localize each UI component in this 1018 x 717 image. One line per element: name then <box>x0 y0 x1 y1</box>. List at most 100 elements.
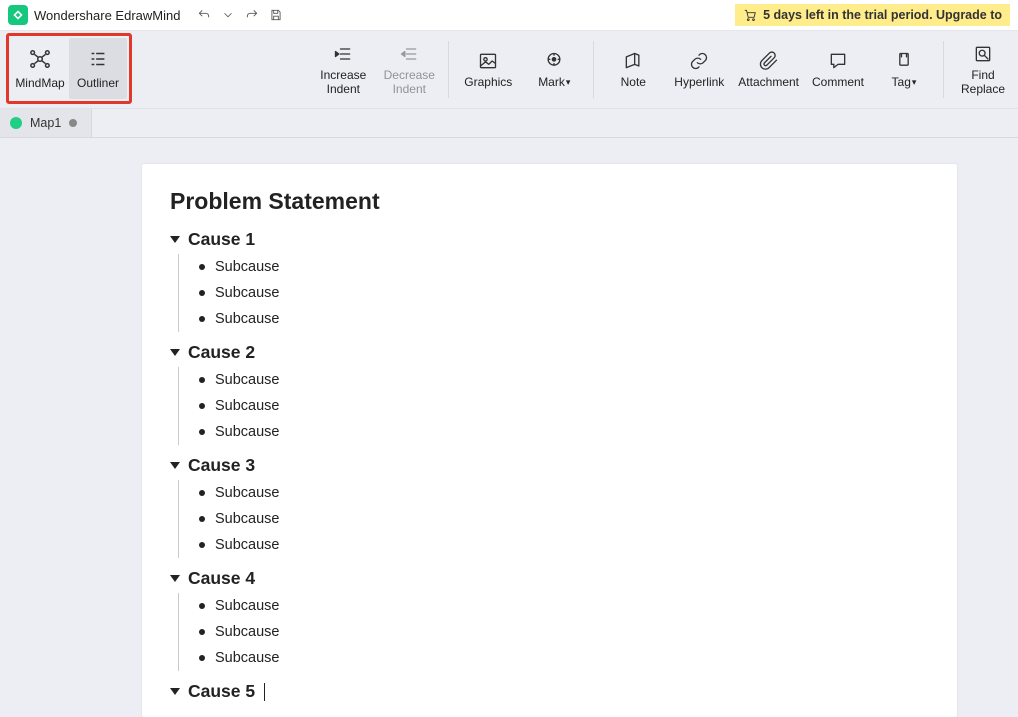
outline-root[interactable]: Problem Statement <box>170 188 929 215</box>
outline-subcause[interactable]: Subcause <box>191 367 929 393</box>
document-tab[interactable]: Map1 <box>0 109 92 137</box>
hyperlink-button[interactable]: Hyperlink <box>666 50 732 90</box>
outline-cause[interactable]: Cause 3 <box>170 455 929 476</box>
outline-children: Subcause Subcause Subcause <box>178 593 929 671</box>
comment-label: Comment <box>812 76 864 90</box>
attachment-button[interactable]: Attachment <box>732 50 805 90</box>
collapse-toggle-icon[interactable] <box>170 575 180 582</box>
note-icon <box>623 51 643 71</box>
note-button[interactable]: Note <box>600 50 666 90</box>
bullet-icon <box>199 516 205 522</box>
outline-subcause[interactable]: Subcause <box>191 645 929 671</box>
attachment-label: Attachment <box>738 76 799 90</box>
ribbon: MindMap Outliner Increase Indent Decreas… <box>0 31 1018 109</box>
graphics-label: Graphics <box>464 76 512 90</box>
chevron-down-icon: ▾ <box>566 77 571 87</box>
tab-title: Map1 <box>30 116 61 130</box>
title-bar: Wondershare EdrawMind 5 days left in the… <box>0 0 1018 31</box>
app-title: Wondershare EdrawMind <box>34 8 180 23</box>
document-tab-strip: Map1 <box>0 109 1018 138</box>
subcause-label[interactable]: Subcause <box>215 398 280 414</box>
decrease-indent-label: Decrease Indent <box>384 69 435 97</box>
save-button[interactable] <box>266 5 286 25</box>
outline-subcause[interactable]: Subcause <box>191 419 929 445</box>
subcause-label[interactable]: Subcause <box>215 624 280 640</box>
subcause-label[interactable]: Subcause <box>215 424 280 440</box>
bullet-icon <box>199 316 205 322</box>
outline-subcause[interactable]: Subcause <box>191 506 929 532</box>
outline-subcause[interactable]: Subcause <box>191 393 929 419</box>
bullet-icon <box>199 377 205 383</box>
decrease-indent-button: Decrease Indent <box>376 43 442 97</box>
collapse-toggle-icon[interactable] <box>170 688 180 695</box>
note-label: Note <box>621 76 646 90</box>
bullet-icon <box>199 542 205 548</box>
tag-label: Tag▾ <box>892 76 917 90</box>
bullet-icon <box>199 629 205 635</box>
comment-button[interactable]: Comment <box>805 50 871 90</box>
graphics-button[interactable]: Graphics <box>455 50 521 90</box>
find-replace-label: Find Replace <box>961 69 1005 97</box>
hyperlink-label: Hyperlink <box>674 76 724 90</box>
cause-label[interactable]: Cause 4 <box>188 568 255 589</box>
chevron-down-icon: ▾ <box>912 77 917 87</box>
outline-cause[interactable]: Cause 5 <box>170 681 929 702</box>
cause-label[interactable]: Cause 2 <box>188 342 255 363</box>
outline-subcause[interactable]: Subcause <box>191 280 929 306</box>
outline-cause[interactable]: Cause 1 <box>170 229 929 250</box>
trial-text: 5 days left in the trial period. Upgrade… <box>763 8 1002 22</box>
comment-icon <box>828 51 848 71</box>
bullet-icon <box>199 290 205 296</box>
collapse-toggle-icon[interactable] <box>170 349 180 356</box>
view-mindmap-button[interactable]: MindMap <box>11 38 69 99</box>
outline-children: Subcause Subcause Subcause <box>178 367 929 445</box>
cause-label[interactable]: Cause 5 <box>188 681 255 702</box>
subcause-label[interactable]: Subcause <box>215 598 280 614</box>
bullet-icon <box>199 655 205 661</box>
redo-button[interactable] <box>242 5 262 25</box>
view-outliner-button[interactable]: Outliner <box>69 38 127 99</box>
view-mindmap-label: MindMap <box>15 76 64 90</box>
mark-button[interactable]: Mark▾ <box>521 50 587 90</box>
bullet-icon <box>199 490 205 496</box>
outline-subcause[interactable]: Subcause <box>191 593 929 619</box>
find-replace-icon <box>973 44 993 64</box>
outline-subcause[interactable]: Subcause <box>191 306 929 332</box>
cause-label[interactable]: Cause 1 <box>188 229 255 250</box>
mindmap-icon <box>29 48 51 70</box>
outline-cause[interactable]: Cause 4 <box>170 568 929 589</box>
subcause-label[interactable]: Subcause <box>215 372 280 388</box>
mark-label: Mark▾ <box>538 76 570 90</box>
bullet-icon <box>199 403 205 409</box>
decrease-indent-icon <box>399 44 419 64</box>
subcause-label[interactable]: Subcause <box>215 259 280 275</box>
subcause-label[interactable]: Subcause <box>215 537 280 553</box>
outline-subcause[interactable]: Subcause <box>191 480 929 506</box>
subcause-label[interactable]: Subcause <box>215 311 280 327</box>
subcause-label[interactable]: Subcause <box>215 285 280 301</box>
undo-button[interactable] <box>194 5 214 25</box>
subcause-label[interactable]: Subcause <box>215 511 280 527</box>
outline-children: Subcause Subcause Subcause <box>178 480 929 558</box>
attachment-icon <box>759 51 779 71</box>
text-caret <box>264 683 265 701</box>
find-replace-button[interactable]: Find Replace <box>950 43 1016 97</box>
outline-subcause[interactable]: Subcause <box>191 619 929 645</box>
bullet-icon <box>199 429 205 435</box>
outliner-icon <box>87 48 109 70</box>
hyperlink-icon <box>689 51 709 71</box>
cause-label[interactable]: Cause 3 <box>188 455 255 476</box>
outline-cause[interactable]: Cause 2 <box>170 342 929 363</box>
outline-subcause[interactable]: Subcause <box>191 254 929 280</box>
tag-button[interactable]: Tag▾ <box>871 50 937 90</box>
view-switcher-highlight: MindMap Outliner <box>6 33 132 104</box>
subcause-label[interactable]: Subcause <box>215 650 280 666</box>
trial-banner[interactable]: 5 days left in the trial period. Upgrade… <box>735 4 1010 26</box>
outline-document[interactable]: Problem Statement Cause 1SubcauseSubcaus… <box>142 164 957 717</box>
outline-subcause[interactable]: Subcause <box>191 532 929 558</box>
subcause-label[interactable]: Subcause <box>215 485 280 501</box>
collapse-toggle-icon[interactable] <box>170 236 180 243</box>
increase-indent-button[interactable]: Increase Indent <box>310 43 376 97</box>
undo-dropdown[interactable] <box>218 5 238 25</box>
collapse-toggle-icon[interactable] <box>170 462 180 469</box>
